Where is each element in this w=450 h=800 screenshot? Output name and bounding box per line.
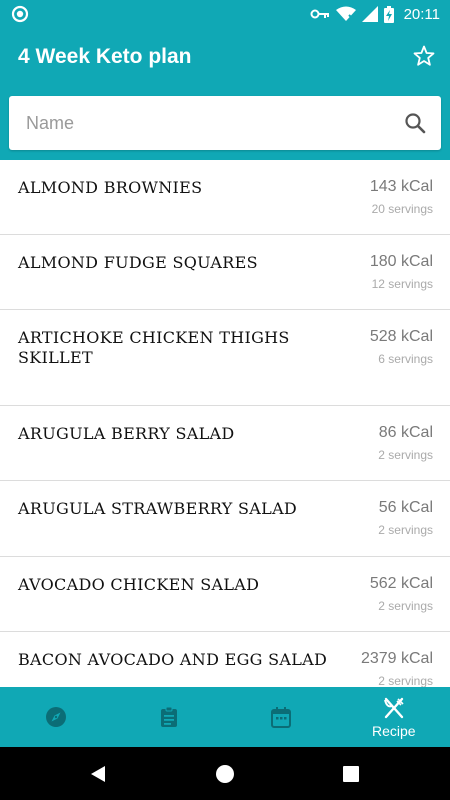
recipe-servings: 2 servings <box>378 599 433 613</box>
compass-icon <box>46 707 67 727</box>
recipe-name: ALMOND FUDGE SQUARES <box>18 253 258 272</box>
nav-item-recipe[interactable]: Recipe <box>338 687 450 747</box>
recipe-servings: 2 servings <box>378 674 433 687</box>
recipe-servings: 12 servings <box>371 277 433 291</box>
search-icon[interactable] <box>403 111 427 135</box>
recipe-list: ALMOND BROWNIES 143 kCal 20 servings ALM… <box>0 160 450 687</box>
nav-item-calendar[interactable] <box>225 687 338 747</box>
recipe-kcal: 528 kCal <box>369 328 433 345</box>
calendar-icon <box>271 707 292 728</box>
star-outline-icon[interactable] <box>412 44 436 68</box>
nav-label-recipe: Recipe <box>371 723 416 739</box>
recipe-kcal: 180 kCal <box>369 253 433 270</box>
recipe-kcal: 56 kCal <box>378 499 433 516</box>
list-item[interactable]: ALMOND BROWNIES 143 kCal 20 servings <box>0 160 450 235</box>
recipe-kcal: 562 kCal <box>369 575 433 592</box>
wifi-icon <box>335 6 356 22</box>
search-input[interactable] <box>26 96 386 150</box>
search-area <box>0 88 450 160</box>
recipe-name: ARTICHOKE CHICKEN THIGHS SKILLET <box>18 328 290 367</box>
list-item[interactable]: ARTICHOKE CHICKEN THIGHS SKILLET 528 kCa… <box>0 310 450 406</box>
status-icons: 20:11 <box>310 4 440 24</box>
app-bar: 4 Week Keto plan <box>0 28 450 88</box>
recipe-kcal: 86 kCal <box>378 424 433 441</box>
key-icon <box>310 9 329 19</box>
recipe-servings: 20 servings <box>371 202 433 216</box>
home-icon[interactable] <box>213 762 237 786</box>
recipe-servings: 2 servings <box>378 448 433 462</box>
recipe-name: ARUGULA STRAWBERRY SALAD <box>18 499 298 518</box>
list-item[interactable]: ARUGULA BERRY SALAD 86 kCal 2 servings <box>0 406 450 481</box>
status-bar: 20:11 <box>0 0 450 28</box>
signal-icon <box>361 6 378 22</box>
status-time: 20:11 <box>403 5 440 23</box>
nav-item-plan[interactable] <box>113 687 226 747</box>
fork-knife-icon <box>383 697 404 719</box>
search-box <box>9 96 441 150</box>
battery-charging-icon <box>383 5 394 23</box>
bottom-nav: Recipe <box>0 687 450 747</box>
back-icon[interactable] <box>86 762 110 786</box>
notification-circle-icon <box>11 5 29 23</box>
recipe-name: AVOCADO CHICKEN SALAD <box>18 575 260 594</box>
list-item[interactable]: AVOCADO CHICKEN SALAD 562 kCal 2 serving… <box>0 557 450 632</box>
recents-icon[interactable] <box>339 762 363 786</box>
recipe-name: ARUGULA BERRY SALAD <box>18 424 235 443</box>
app-title: 4 Week Keto plan <box>18 45 192 68</box>
clipboard-icon <box>160 706 177 727</box>
list-item[interactable]: ARUGULA STRAWBERRY SALAD 56 kCal 2 servi… <box>0 481 450 557</box>
recipe-servings: 2 servings <box>378 523 433 537</box>
recipe-servings: 6 servings <box>378 352 433 366</box>
recipe-name: BACON AVOCADO AND EGG SALAD <box>18 650 328 669</box>
recipe-kcal: 2379 kCal <box>360 650 433 667</box>
nav-item-explore[interactable] <box>0 687 113 747</box>
recipe-name: ALMOND BROWNIES <box>18 178 203 197</box>
list-item[interactable]: BACON AVOCADO AND EGG SALAD 2379 kCal 2 … <box>0 632 450 687</box>
recipe-kcal: 143 kCal <box>369 178 433 195</box>
system-nav-bar <box>0 747 450 800</box>
list-item[interactable]: ALMOND FUDGE SQUARES 180 kCal 12 serving… <box>0 235 450 310</box>
